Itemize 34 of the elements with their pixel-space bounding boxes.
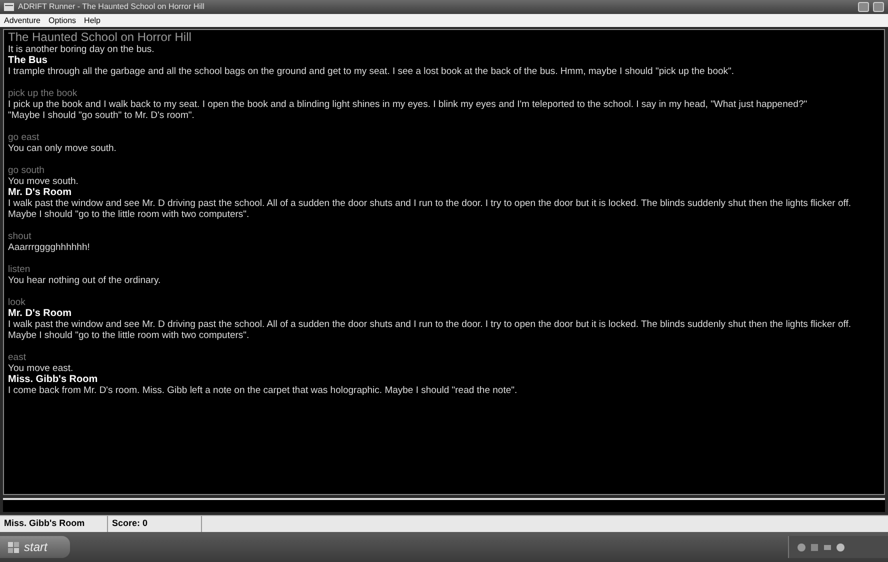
player-command: listen	[8, 264, 32, 275]
story-text: I trample through all the garbage and all the school bags on the ground and get to my seat. I see a lost book at the back of the bus. Hmm, maybe I should "pick up the book".	[8, 66, 736, 77]
story-text: I walk past the window and see Mr. D driving past the school. All of a sudden the door shuts and I run to the door. I try to open the door but it is locked. The blinds suddenly shut then the lights flicker off. Maybe I should "go to the little room with two computers".	[8, 198, 852, 220]
command-input[interactable]	[3, 498, 885, 512]
player-command: pick up the book	[8, 88, 78, 99]
story-text: You can only move south.	[8, 143, 118, 154]
player-command: shout	[8, 231, 32, 242]
story-text: I pick up the book and I walk back to my seat. I open the book and a blinding light shines in my eyes. I blink my eyes and I'm teleported to the school. I say in my head, "What just happened?"	[8, 99, 808, 110]
story-text: You hear nothing out of the ordinary.	[8, 275, 162, 286]
start-button[interactable]: start	[0, 536, 70, 558]
story-text: Aaarrrgggghhhhhh!	[8, 242, 91, 253]
story-text: You move east.	[8, 363, 74, 374]
player-command: look	[8, 297, 26, 308]
player-command: go south	[8, 165, 46, 176]
story-text: It is another boring day on the bus.	[8, 44, 156, 55]
player-command: go east	[8, 132, 40, 143]
maximize-button[interactable]	[873, 2, 884, 12]
menu-item[interactable]: Help	[84, 16, 100, 24]
room-heading: The Bus	[8, 55, 48, 66]
player-command: east	[8, 352, 27, 363]
window-title: ADRIFT Runner - The Haunted School on Horror Hill	[18, 3, 204, 11]
room-heading: Miss. Gibb's Room	[8, 374, 99, 385]
menu-item[interactable]: Options	[48, 16, 76, 24]
story-text: I walk past the window and see Mr. D driving past the school. All of a sudden the door shuts and I run to the door. I try to open the door but it is locked. The blinds suddenly shut then the lights flicker off. Maybe I should "go to the little room with two computers".	[8, 319, 852, 341]
window-icon	[4, 3, 14, 11]
minimize-button[interactable]	[858, 2, 869, 12]
game-title: The Haunted School on Horror Hill	[8, 31, 192, 44]
story-text: You move south.	[8, 176, 80, 187]
windows-flag-icon	[8, 542, 20, 552]
room-heading: Mr. D's Room	[8, 308, 72, 319]
story-text: "Maybe I should "go south" to Mr. D's room".	[8, 110, 196, 121]
menu-item[interactable]: Adventure	[4, 16, 40, 24]
room-heading: Mr. D's Room	[8, 187, 72, 198]
story-text: I come back from Mr. D's room. Miss. Gibb left a note on the carpet that was holographic. Maybe I should "read the note".	[8, 385, 518, 396]
